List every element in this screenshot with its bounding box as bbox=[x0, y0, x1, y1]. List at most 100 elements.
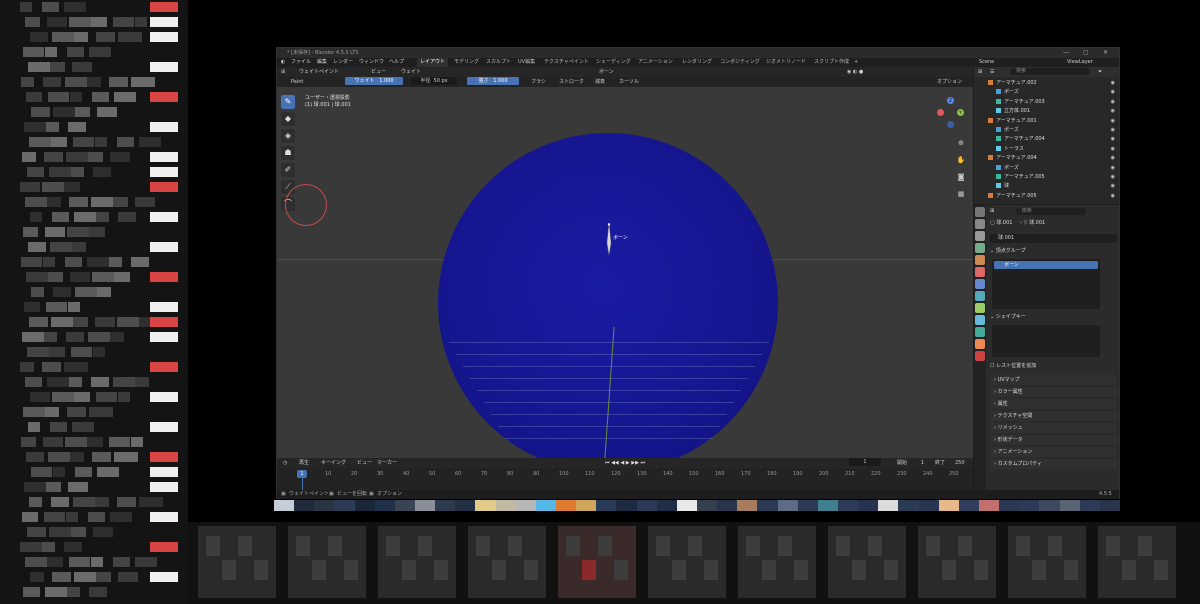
strength-field[interactable]: 強さ 1.000 bbox=[467, 77, 519, 85]
tab-uv-editing[interactable]: UV編集 bbox=[515, 58, 538, 67]
view-menu[interactable]: ビュー bbox=[371, 67, 386, 77]
start-frame-value[interactable]: 1 bbox=[921, 458, 924, 468]
mesh-data-name-field[interactable]: 球.001 bbox=[990, 234, 1117, 243]
visibility-eye-icon[interactable]: ◉ bbox=[1111, 154, 1115, 163]
close-button[interactable]: ✕ bbox=[1103, 48, 1108, 58]
timeline-ruler[interactable]: 1102030405060708090100110120130140150160… bbox=[277, 470, 973, 478]
playback-menu[interactable]: 再生 bbox=[299, 458, 309, 468]
visibility-eye-icon[interactable]: ◉ bbox=[1111, 173, 1115, 182]
pan-hand-icon[interactable]: ✋ bbox=[955, 154, 967, 166]
visibility-eye-icon[interactable]: ◉ bbox=[1111, 192, 1115, 201]
menu-help[interactable]: ヘルプ bbox=[389, 58, 404, 67]
timeline-editor-type-icon[interactable]: ◷ bbox=[283, 458, 287, 468]
timeline-view-menu[interactable]: ビュー bbox=[357, 458, 372, 468]
properties-search-input[interactable]: 検索 bbox=[1015, 208, 1086, 215]
smear-tool-icon[interactable]: ☗ bbox=[281, 146, 295, 160]
collapsed-panel[interactable]: › カスタムプロパティ bbox=[990, 459, 1117, 469]
sample-weight-tool-icon[interactable]: ✐ bbox=[281, 163, 295, 177]
bone-dropdown[interactable]: ボーン bbox=[599, 67, 614, 77]
brush-menu[interactable]: ブラシ bbox=[531, 77, 546, 87]
property-tab-icon[interactable] bbox=[975, 279, 985, 289]
collapsed-panel[interactable]: › 属性 bbox=[990, 399, 1117, 409]
vertex-group-item[interactable]: ボーン bbox=[994, 261, 1098, 269]
menu-file[interactable]: ファイル bbox=[291, 58, 311, 67]
cursor-menu[interactable]: カーソル bbox=[619, 77, 639, 87]
outliner-item[interactable]: ポーズ ◉ bbox=[974, 88, 1119, 97]
weight-menu[interactable]: ウェイト bbox=[401, 67, 421, 77]
collapsed-panel[interactable]: › リメッシュ bbox=[990, 423, 1117, 433]
property-tab-icon[interactable] bbox=[975, 339, 985, 349]
menu-render[interactable]: レンダー bbox=[333, 58, 353, 67]
property-tab-icon[interactable] bbox=[975, 231, 985, 241]
visibility-eye-icon[interactable]: ◉ bbox=[1111, 145, 1115, 154]
property-tab-icon[interactable] bbox=[975, 267, 985, 277]
bone-gizmo[interactable] bbox=[606, 223, 612, 255]
outliner-item[interactable]: トーラス ◉ bbox=[974, 145, 1119, 154]
outliner-item[interactable]: アーマチュア.004 ◉ bbox=[974, 135, 1119, 144]
3d-viewport[interactable]: ボーン ユーザー・透視投影 (1) 球.001 | 球.001 ✎ ◆ ◈ ☗ … bbox=[277, 87, 973, 458]
visibility-eye-icon[interactable]: ◉ bbox=[1111, 79, 1115, 88]
viewport-shading-icon[interactable]: ◉ ◐ ● bbox=[847, 67, 863, 77]
outliner-item[interactable]: アーマチュア.003 ◉ bbox=[974, 98, 1119, 107]
outliner-item[interactable]: アーマチュア.004 ◉ bbox=[974, 154, 1119, 163]
projection-grid-icon[interactable]: ▦ bbox=[955, 188, 967, 200]
property-tab-icon[interactable] bbox=[975, 243, 985, 253]
maximize-button[interactable]: ▢ bbox=[1083, 48, 1089, 58]
keying-menu[interactable]: キーイング bbox=[321, 458, 346, 468]
vertex-group-list[interactable]: ボーン bbox=[992, 259, 1100, 309]
visibility-eye-icon[interactable]: ◉ bbox=[1111, 126, 1115, 135]
shape-keys-panel-header[interactable]: ⌄ シェイプキー bbox=[990, 313, 1117, 322]
blur-tool-icon[interactable]: ◆ bbox=[281, 112, 295, 126]
tab-scripting[interactable]: スクリプト作成 bbox=[811, 58, 852, 67]
x-axis-gizmo-icon[interactable] bbox=[937, 109, 944, 116]
options-menu[interactable]: オプション bbox=[937, 77, 962, 87]
zoom-icon[interactable]: ⊕ bbox=[955, 137, 967, 149]
marker-menu[interactable]: マーカー bbox=[377, 458, 397, 468]
rest-position-checkbox[interactable]: ☐ レスト位置を追加 bbox=[990, 362, 1117, 371]
tab-sculpt[interactable]: スカルプト bbox=[483, 58, 514, 67]
visibility-eye-icon[interactable]: ◉ bbox=[1111, 98, 1115, 107]
visibility-eye-icon[interactable]: ◉ bbox=[1111, 88, 1115, 97]
filter-icon[interactable]: ⏷ bbox=[1098, 67, 1102, 77]
outliner-item[interactable]: ポーズ ◉ bbox=[974, 126, 1119, 135]
collapsed-panel[interactable]: › カラー属性 bbox=[990, 387, 1117, 397]
radius-field[interactable]: 半径 50 px bbox=[411, 77, 457, 85]
viewlayer-selector[interactable]: ViewLayer bbox=[1067, 58, 1093, 67]
outliner-item[interactable]: アーマチュア.002 ◉ bbox=[974, 79, 1119, 88]
collapsed-panel[interactable]: › テクスチャ空間 bbox=[990, 411, 1117, 421]
minimize-button[interactable]: — bbox=[1063, 48, 1069, 58]
shape-key-list[interactable] bbox=[992, 325, 1100, 357]
y-axis-gizmo-icon[interactable]: Y bbox=[957, 109, 964, 116]
blender-logo-icon[interactable]: ◐ bbox=[281, 58, 285, 67]
tab-shading[interactable]: シェーディング bbox=[593, 58, 634, 67]
vertex-groups-panel-header[interactable]: ⌄ 頂点グループ bbox=[990, 247, 1117, 256]
outliner-editor-type-icon[interactable]: ⊞ bbox=[978, 67, 982, 77]
collapsed-panel[interactable]: › UVマップ bbox=[990, 375, 1117, 385]
tab-texture-paint[interactable]: テクスチャペイント bbox=[541, 58, 592, 67]
visibility-eye-icon[interactable]: ◉ bbox=[1111, 182, 1115, 191]
menu-edit[interactable]: 編集 bbox=[317, 58, 327, 67]
average-tool-icon[interactable]: ◈ bbox=[281, 129, 295, 143]
current-frame-indicator[interactable]: 1 bbox=[297, 470, 307, 478]
tab-layout[interactable]: レイアウト bbox=[417, 58, 449, 67]
visibility-eye-icon[interactable]: ◉ bbox=[1111, 117, 1115, 126]
property-tab-icon[interactable] bbox=[975, 351, 985, 361]
tab-geometry-nodes[interactable]: ジオメトリノード bbox=[763, 58, 809, 67]
scene-selector[interactable]: Scene bbox=[979, 58, 994, 67]
tab-modeling[interactable]: モデリング bbox=[451, 58, 482, 67]
playback-controls[interactable]: ⏮ ◀◀ ◀ ▶ ▶▶ ⏭ bbox=[605, 458, 645, 468]
outliner-item[interactable]: アーマチュア.001 ◉ bbox=[974, 117, 1119, 126]
visibility-eye-icon[interactable]: ◉ bbox=[1111, 135, 1115, 144]
collapsed-panel[interactable]: › 形状データ bbox=[990, 435, 1117, 445]
property-tab-icon[interactable] bbox=[975, 219, 985, 229]
outliner-item[interactable]: アーマチュア.005 ◉ bbox=[974, 192, 1119, 201]
property-tab-icon[interactable] bbox=[975, 327, 985, 337]
property-tab-icon[interactable] bbox=[975, 315, 985, 325]
editor-type-icon[interactable]: ⊞ bbox=[281, 67, 285, 77]
property-tab-icon[interactable] bbox=[975, 255, 985, 265]
tab-animation[interactable]: アニメーション bbox=[635, 58, 676, 67]
display-mode-icon[interactable]: ☰ bbox=[990, 67, 994, 77]
menu-window[interactable]: ウィンドウ bbox=[359, 58, 384, 67]
property-tab-icon[interactable] bbox=[975, 303, 985, 313]
outliner-item[interactable]: アーマチュア.005 ◉ bbox=[974, 173, 1119, 182]
